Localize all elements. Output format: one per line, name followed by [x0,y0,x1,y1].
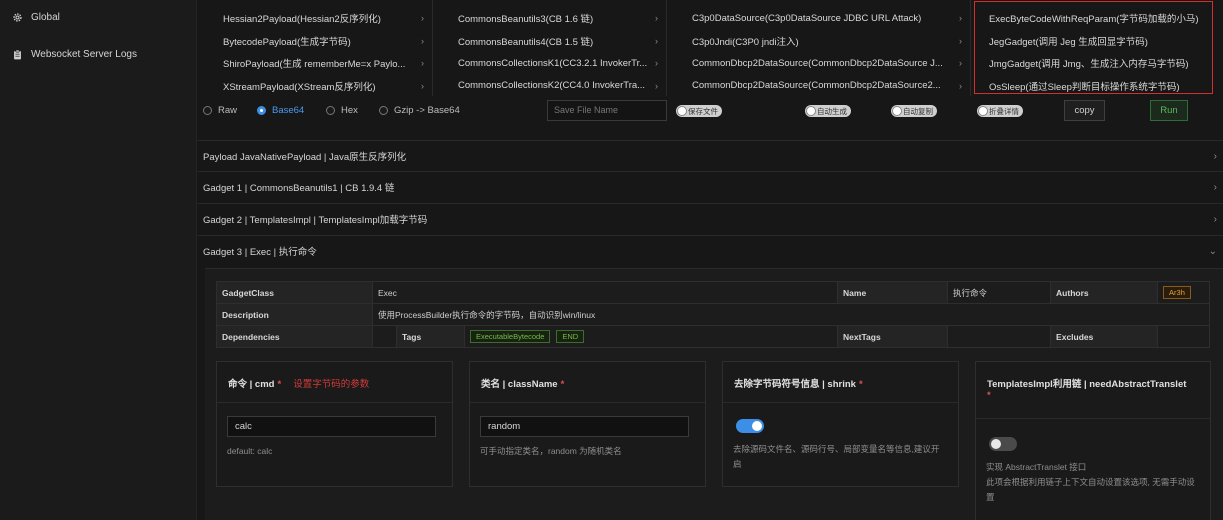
param-card-classname: 类名 | className * random 可手动指定类名，random 为随… [469,361,706,487]
radio-base64[interactable]: Base64 [257,105,304,116]
toggle-fold-details[interactable]: 折叠详情 [977,105,1023,117]
chevron-right-icon: › [421,80,424,91]
gadget-column-4: ExecByteCodeWithReqParam(字节码加载的小马) JegGa… [971,0,1223,96]
options-row: Raw Base64 Hex Gzip -> Base64 Save File … [198,96,1223,126]
gadget-column-2: CommonsBeanutils3(CB 1.6 链) › CommonsBean… [433,0,667,96]
gadget-item[interactable]: ShiroPayload(生成 rememberMe=x Paylo... › [198,52,432,75]
chevron-right-icon: › [959,80,962,91]
param-card-shrink: 去除字节码符号信息 | shrink * 去除源码文件名、源码行号、局部变量名等信… [722,361,959,487]
author-badge: Ar3h [1163,286,1191,299]
copy-button[interactable]: copy [1064,100,1105,121]
gadget-column-1: Hessian2Payload(Hessian2反序列化) › BytecodeP… [198,0,433,96]
run-button[interactable]: Run [1150,100,1188,121]
chevron-right-icon: › [655,58,658,69]
accordion-gadget-1[interactable]: Gadget 1 | CommonsBeanutils1 | CB 1.9.4 … [198,171,1223,202]
shrink-switch[interactable] [736,419,764,433]
param-hint: 设置字节码的参数 [293,379,370,390]
toggle-auto-generate[interactable]: 自动生成 [805,105,851,117]
chevron-right-icon: › [655,80,658,91]
tag-badge: ExecutableBytecode [470,330,551,343]
gadget-item[interactable]: CommonsCollectionsK1(CC3.2.1 InvokerTr..… [433,52,666,75]
gadget-item[interactable]: CommonsBeanutils3(CB 1.6 链) › [433,7,666,30]
chevron-down-icon: ⌄ [1208,245,1217,257]
sidebar: Global Websocket Server Logs [0,0,197,520]
accordion-gadget-2[interactable]: Gadget 2 | TemplatesImpl | TemplatesImpl… [198,203,1223,234]
gadget-3-panel: GadgetClass Exec Name 执行命令 Authors Ar3h … [205,268,1223,520]
gadget-item[interactable]: CommonsCollectionsK2(CC4.0 InvokerTra...… [433,75,666,98]
radio-gzip-base64[interactable]: Gzip -> Base64 [379,105,460,116]
accordion-gadget-3[interactable]: Gadget 3 | Exec | 执行命令 ⌄ [198,235,1223,266]
accordion-payload[interactable]: Payload JavaNativePayload | Java原生反序列化 › [198,140,1223,171]
need-abstract-translet-switch[interactable] [989,437,1017,451]
toggle-auto-copy[interactable]: 自动复制 [891,105,937,117]
gadget-item[interactable]: JmgGadget(调用 Jmg、生成注入内存马字节码) [971,52,1223,75]
chevron-right-icon: › [959,35,962,46]
cmd-input[interactable]: calc [227,416,436,437]
gadget-item[interactable]: BytecodePayload(生成字节码) › [198,30,432,53]
radio-hex[interactable]: Hex [326,105,358,116]
param-card-cmd: 命令 | cmd * 设置字节码的参数 calc default: calc [216,361,453,487]
gadget-item[interactable]: C3p0Jndi(C3P0 jndi注入) › [667,30,970,53]
gadget-column-3: C3p0DataSource(C3p0DataSource JDBC URL A… [667,0,971,96]
chevron-right-icon: › [1213,213,1217,225]
radio-raw[interactable]: Raw [203,105,237,116]
gadget-item[interactable]: Hessian2Payload(Hessian2反序列化) › [198,7,432,30]
chevron-right-icon: › [655,35,658,46]
clipboard-icon [14,49,21,60]
gadget-item[interactable]: CommonsBeanutils4(CB 1.5 链) › [433,30,666,53]
classname-input[interactable]: random [480,416,689,437]
gadget-item[interactable]: CommonDbcp2DataSource(CommonDbcp2DataSou… [667,75,970,98]
gadget-item[interactable]: OsSleep(通过Sleep判断目标操作系统字节码) [971,75,1223,98]
gadget-info-table: GadgetClass Exec Name 执行命令 Authors Ar3h … [216,281,1210,348]
chevron-right-icon: › [421,35,424,46]
param-card-need-abstract-translet: TemplatesImpl利用链 | needAbstractTranslet *… [975,361,1211,520]
chevron-right-icon: › [421,58,424,69]
gadget-item[interactable]: CommonDbcp2DataSource(CommonDbcp2DataSou… [667,52,970,75]
gadget-item[interactable]: ExecByteCodeWithReqParam(字节码加载的小马) [971,7,1223,30]
sidebar-item-label: Websocket Server Logs [31,49,137,60]
main-panel: Hessian2Payload(Hessian2反序列化) › BytecodeP… [198,0,1223,520]
toggle-save-file[interactable]: 保存文件 [676,105,722,117]
tag-badge: END [556,330,585,343]
gadget-item[interactable]: C3p0DataSource(C3p0DataSource JDBC URL A… [667,7,970,30]
sidebar-item-global[interactable]: Global [12,12,60,23]
gadget-columns: Hessian2Payload(Hessian2反序列化) › BytecodeP… [198,0,1223,96]
chevron-right-icon: › [959,13,962,24]
gadget-item[interactable]: JegGadget(调用 Jeg 生成回显字节码) [971,30,1223,53]
chevron-right-icon: › [655,13,658,24]
sidebar-item-label: Global [31,12,60,23]
chevron-right-icon: › [1213,181,1217,193]
chevron-right-icon: › [421,13,424,24]
gear-icon [13,13,22,22]
save-file-name-input[interactable]: Save File Name [547,100,667,121]
sidebar-item-websocket-logs[interactable]: Websocket Server Logs [12,49,137,60]
gadget-item[interactable]: XStreamPayload(XStream反序列化) › [198,75,432,98]
chevron-right-icon: › [1213,150,1217,162]
chevron-right-icon: › [959,58,962,69]
